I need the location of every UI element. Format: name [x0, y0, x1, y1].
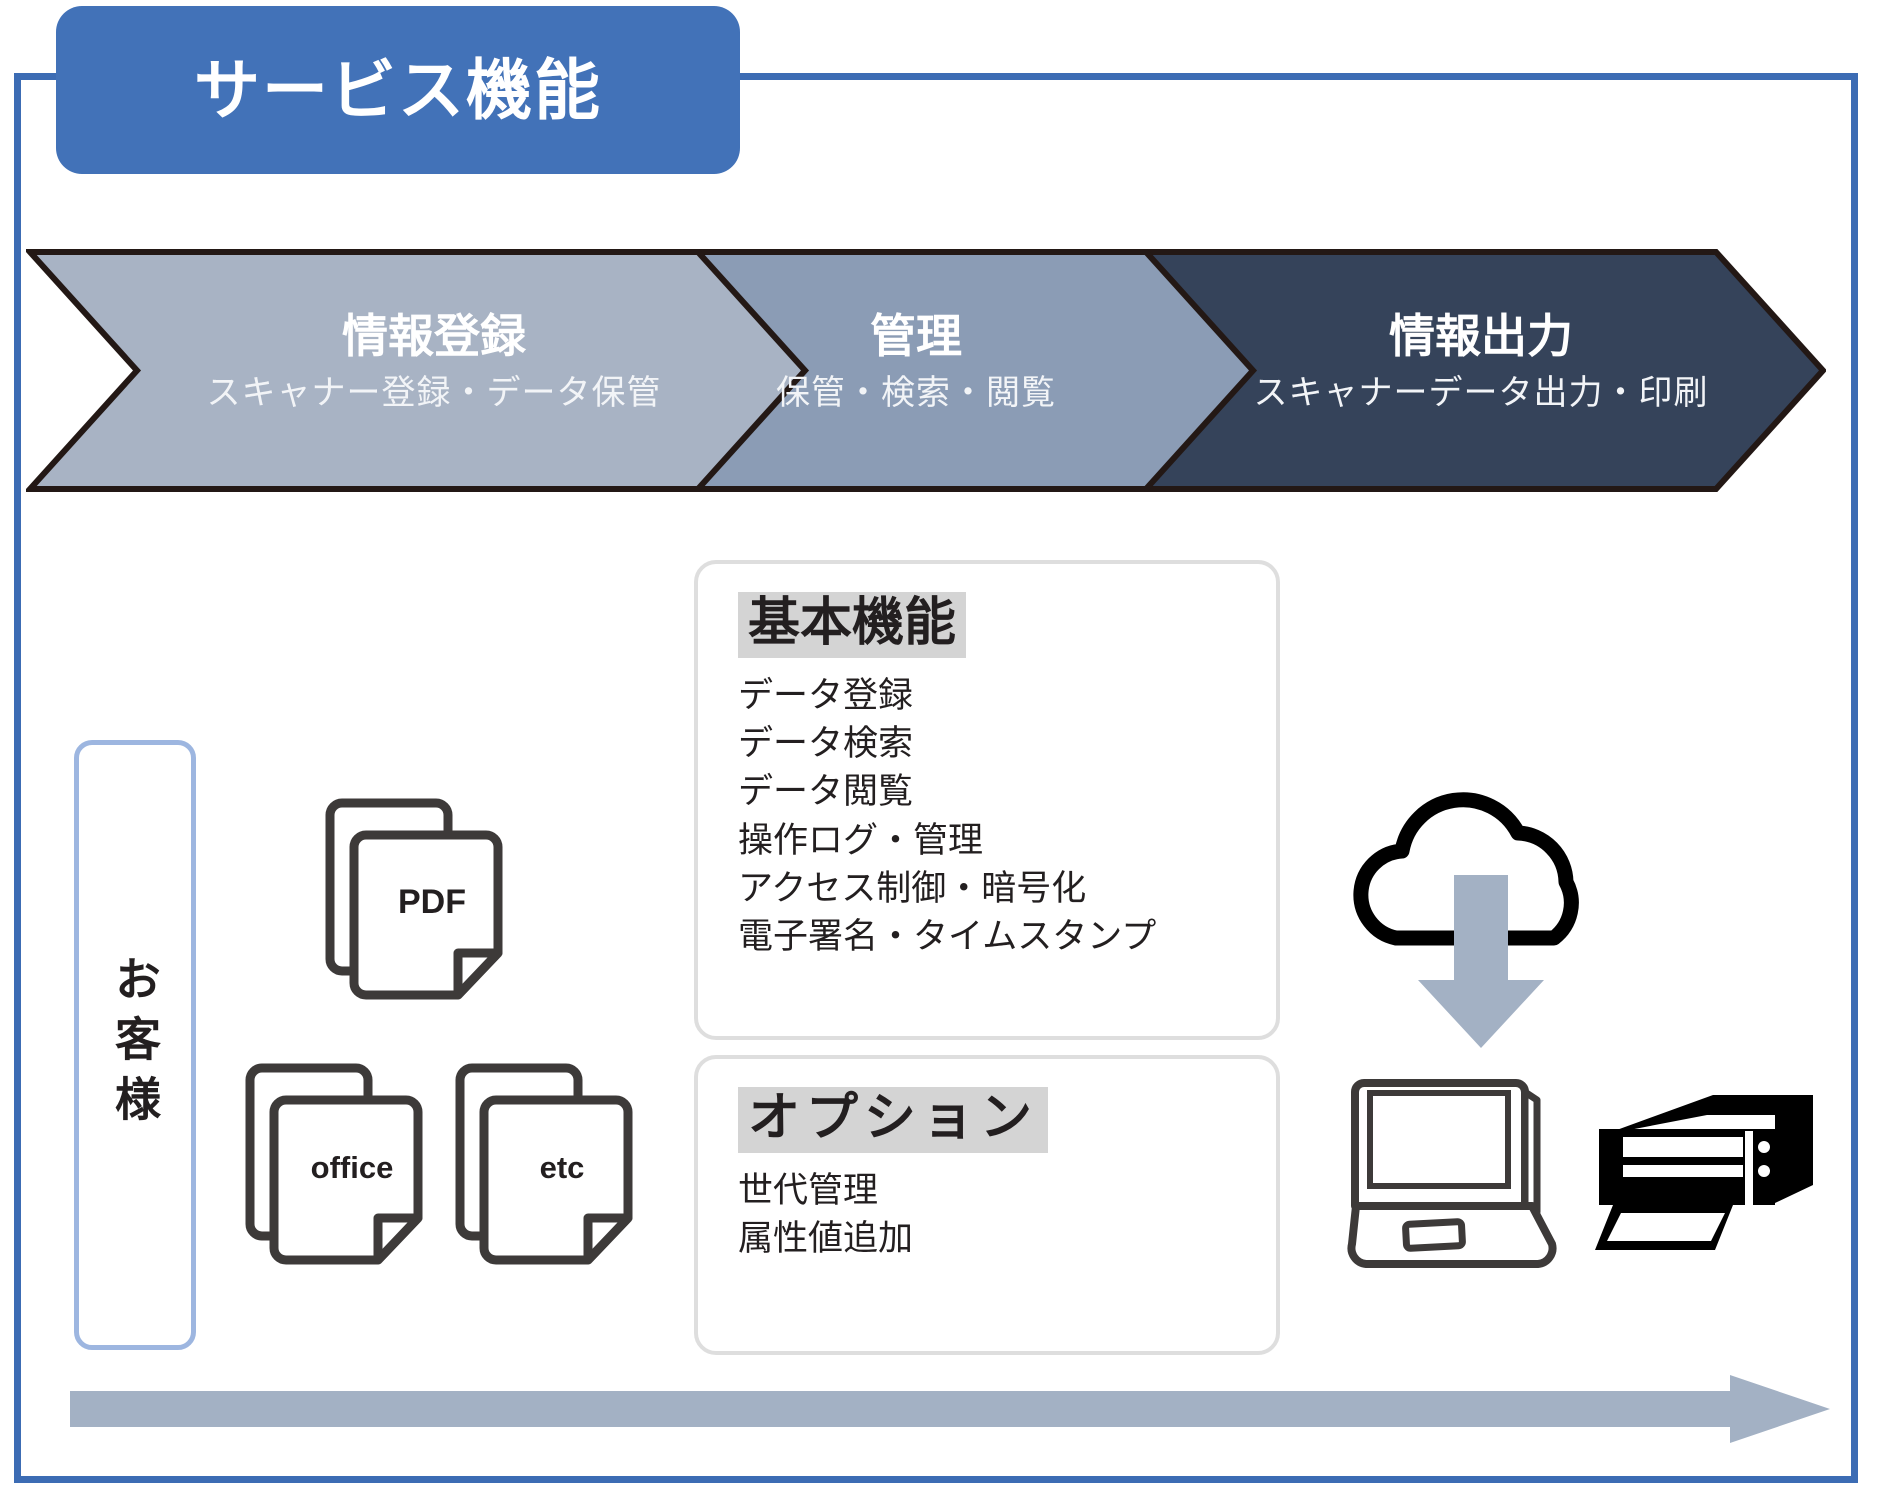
cloud-download-svg: [1353, 792, 1579, 1048]
etc-document-svg: etc: [455, 1063, 633, 1265]
office-document-svg: office: [245, 1063, 423, 1265]
etc-document-label: etc: [540, 1150, 585, 1185]
title-tab: サービス機能: [56, 6, 740, 174]
office-document-icon: office: [240, 1060, 430, 1275]
customer-label: お客様: [109, 955, 161, 1135]
bottom-flow-arrow-svg: [70, 1375, 1830, 1443]
process-step-1: [26, 249, 810, 492]
etc-document-icon: etc: [450, 1060, 640, 1275]
laptop-svg: [1347, 1079, 1557, 1268]
process-step-3-title: 情報出力: [1389, 310, 1573, 362]
list-item: データ検索: [738, 724, 914, 764]
basic-features-inner: 基本機能 データ登録 データ検索 データ閲覧 操作ログ・管理 アクセス制御・暗号…: [698, 564, 1276, 962]
customer-box: お客様: [74, 740, 196, 1350]
process-step-2-title: 管理: [870, 310, 962, 362]
cloud-download-icon: [1338, 780, 1628, 1060]
list-item: 電子署名・タイムスタンプ: [738, 917, 1157, 957]
printer-icon: [1585, 1085, 1815, 1260]
office-document-label: office: [311, 1150, 394, 1185]
bottom-flow-arrow: [70, 1375, 1830, 1443]
list-item: データ閲覧: [738, 772, 914, 812]
basic-features-heading: 基本機能: [738, 592, 967, 658]
basic-features-panel: 基本機能 データ登録 データ検索 データ閲覧 操作ログ・管理 アクセス制御・暗号…: [694, 560, 1280, 1040]
list-item: 世代管理: [738, 1170, 879, 1210]
laptop-icon: [1330, 1065, 1565, 1270]
list-item: 属性値追加: [738, 1219, 914, 1259]
list-item: データ登録: [738, 675, 914, 715]
process-step-2-subtitle: 保管・検索・閲覧: [776, 374, 1056, 412]
process-step-1-subtitle: スキャナー登録・データ保管: [207, 374, 662, 412]
page-title: サービス機能: [194, 53, 602, 127]
printer-svg: [1595, 1095, 1813, 1250]
option-features-heading: オプション: [738, 1087, 1049, 1153]
option-features-inner: オプション 世代管理 属性値追加: [698, 1059, 1276, 1263]
list-item: 操作ログ・管理: [738, 820, 984, 860]
process-step-1-title: 情報登録: [342, 310, 527, 362]
process-step-3-subtitle: スキャナーデータ出力・印刷: [1254, 374, 1709, 412]
pdf-document-label: PDF: [398, 883, 466, 921]
service-function-diagram: サービス機能 情報登録 スキャナー登録・データ保管 管理 保管・検索・閲覧 情報…: [0, 0, 1880, 1499]
process-flow-svg: 情報登録 スキャナー登録・データ保管 管理 保管・検索・閲覧 情報出力 スキャナ…: [26, 249, 1826, 492]
basic-features-list: データ登録 データ検索 データ閲覧 操作ログ・管理 アクセス制御・暗号化 電子署…: [738, 672, 1276, 962]
pdf-document-icon: PDF: [320, 795, 510, 1010]
pdf-document-svg: PDF: [325, 798, 503, 1000]
option-features-panel: オプション 世代管理 属性値追加: [694, 1055, 1280, 1355]
process-flow-banner: 情報登録 スキャナー登録・データ保管 管理 保管・検索・閲覧 情報出力 スキャナ…: [26, 249, 1826, 492]
list-item: アクセス制御・暗号化: [738, 868, 1087, 908]
option-features-list: 世代管理 属性値追加: [738, 1167, 1276, 1264]
